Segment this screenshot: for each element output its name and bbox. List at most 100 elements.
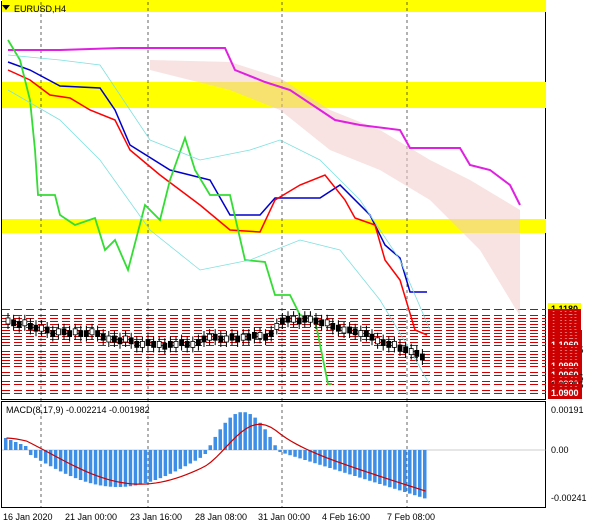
- macd-histogram-bar: [228, 417, 232, 450]
- symbol-title: EURUSD,H4: [14, 4, 67, 14]
- candle-body: [274, 322, 280, 330]
- candle-body: [201, 335, 207, 343]
- candle-body: [363, 330, 369, 338]
- macd-histogram-bar: [58, 450, 63, 472]
- macd-histogram-bar: [383, 450, 387, 486]
- candle-body: [117, 337, 123, 345]
- time-axis-label: 31 Jan 00:00: [258, 512, 311, 522]
- macd-histogram-bar: [173, 450, 178, 472]
- macd-histogram-bar: [103, 450, 108, 487]
- macd-histogram-bar: [368, 450, 372, 481]
- price-label: 1.0900: [548, 387, 582, 399]
- macd-histogram-bar: [203, 450, 208, 454]
- macd-histogram-bar: [278, 450, 282, 452]
- candle-body: [11, 319, 17, 327]
- time-axis-label: 16 Jan 2020: [3, 512, 53, 522]
- candle-body: [151, 340, 157, 348]
- macd-histogram-bar: [133, 450, 138, 486]
- macd-histogram-bar: [178, 450, 183, 469]
- candle-body: [358, 330, 364, 338]
- macd-histogram-bar: [23, 446, 28, 450]
- macd-histogram-bar: [248, 414, 252, 450]
- candle-body: [173, 340, 179, 348]
- macd-histogram-bar: [193, 450, 198, 461]
- macd-histogram-bar: [98, 450, 103, 486]
- candle-body: [162, 342, 168, 350]
- candle-body: [330, 322, 336, 330]
- macd-histogram-bar: [213, 436, 217, 450]
- candle-body: [307, 315, 313, 323]
- macd-histogram-bar: [348, 450, 352, 475]
- candle-body: [179, 339, 185, 347]
- candle-body: [291, 315, 297, 323]
- macd-histogram-bar: [28, 450, 33, 455]
- candle-body: [386, 340, 392, 348]
- macd-histogram-bar: [13, 442, 18, 450]
- macd-histogram-bar: [118, 450, 123, 487]
- macd-histogram-bar: [258, 422, 262, 450]
- macd-histogram-bar: [398, 450, 402, 491]
- macd-histogram-bar: [128, 450, 133, 487]
- candle-body: [257, 331, 263, 339]
- candle-body: [375, 337, 381, 345]
- macd-histogram-bar: [233, 414, 237, 450]
- macd-histogram-bar: [153, 450, 158, 481]
- macd-histogram-bar: [163, 450, 168, 477]
- macd-axis-label: 0.00191: [551, 405, 584, 415]
- candle-body: [27, 322, 33, 330]
- candle-body: [44, 326, 50, 334]
- candle-body: [414, 349, 420, 357]
- macd-histogram-bar: [183, 450, 188, 467]
- macd-histogram-bar: [73, 450, 78, 479]
- macd-histogram-bar: [318, 450, 322, 465]
- candle-body: [72, 328, 78, 336]
- macd-histogram-bar: [303, 450, 307, 460]
- candle-body: [50, 330, 56, 338]
- candle-body: [251, 331, 257, 339]
- time-axis-label: 28 Jan 08:00: [195, 512, 248, 522]
- macd-histogram-bar: [88, 450, 93, 484]
- macd-histogram-bar: [388, 450, 392, 488]
- time-axis-label: 21 Jan 00:00: [65, 512, 118, 522]
- macd-histogram-bar: [378, 450, 382, 484]
- chart-menu-dropdown-icon[interactable]: [2, 5, 10, 10]
- candle-body: [212, 333, 218, 341]
- macd-histogram-bar: [188, 450, 193, 464]
- macd-histogram-bar: [18, 444, 23, 450]
- candle-body: [61, 328, 67, 336]
- candle-body: [134, 340, 140, 348]
- macd-histogram-bar: [93, 450, 98, 485]
- candle-body: [39, 324, 44, 332]
- candle-body: [84, 330, 89, 338]
- candle-body: [123, 335, 128, 343]
- candle-body: [419, 353, 425, 361]
- candle-body: [263, 333, 269, 341]
- macd-histogram-bar: [268, 436, 272, 450]
- candle-body: [324, 319, 330, 327]
- candle-body: [229, 333, 235, 341]
- candle-body: [240, 333, 246, 341]
- macd-histogram-bar: [123, 450, 128, 487]
- candle-body: [128, 337, 134, 345]
- macd-histogram-bar: [83, 450, 88, 482]
- chart-window[interactable]: EURUSD,H4 MACD(8,17,9) -0.002214 -0.0019…: [0, 0, 593, 529]
- chart-drawing: [2, 0, 546, 508]
- candle-body: [78, 330, 84, 338]
- macd-histogram-bar: [78, 450, 83, 481]
- macd-histogram-bar: [138, 450, 143, 485]
- macd-histogram-bar: [363, 450, 367, 480]
- macd-histogram-bar: [108, 450, 113, 487]
- macd-histogram-bar: [33, 450, 38, 458]
- candle-body: [403, 346, 409, 354]
- macd-histogram-bar: [4, 438, 8, 450]
- candle-body: [33, 324, 39, 332]
- candle-body: [16, 321, 22, 329]
- tenkan-line: [7, 69, 428, 336]
- macd-title: MACD(8,17,9) -0.002214 -0.001982: [6, 405, 150, 415]
- macd-histogram-bar: [143, 450, 148, 484]
- macd-histogram-bar: [148, 450, 153, 482]
- candle-body: [139, 340, 145, 348]
- macd-histogram-bar: [208, 445, 213, 450]
- candle-body: [341, 326, 347, 334]
- candle-body: [100, 333, 106, 341]
